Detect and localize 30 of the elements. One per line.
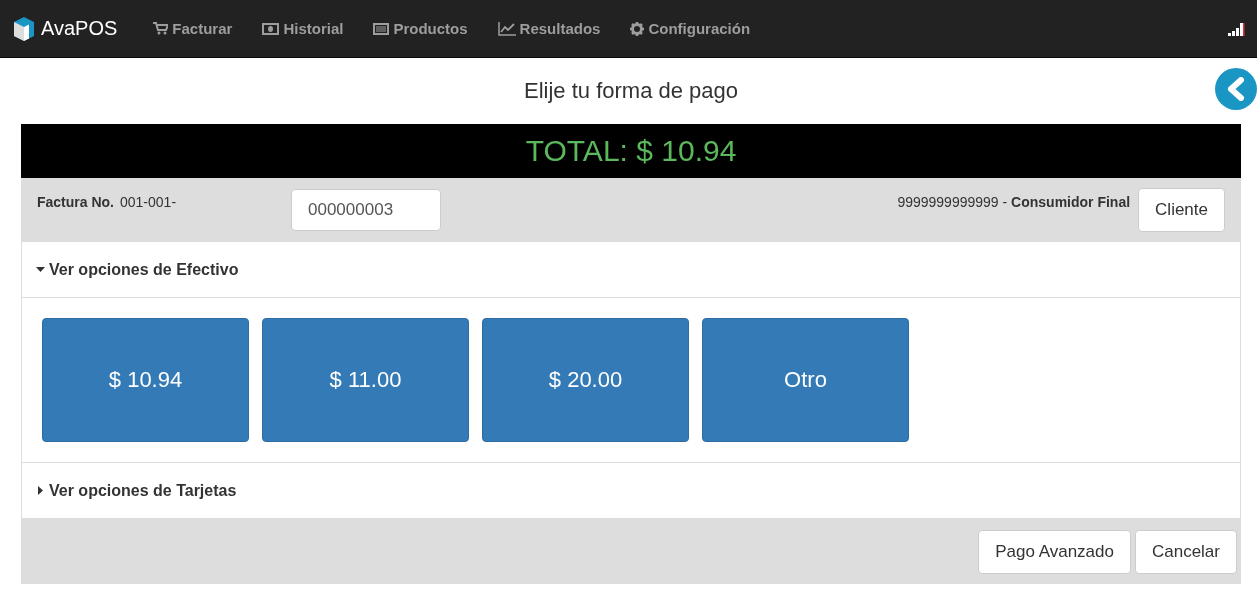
nav-link[interactable]: Configuración: [630, 20, 751, 37]
footer-button[interactable]: Pago Avanzado: [978, 529, 1131, 574]
cart-icon: [153, 22, 169, 35]
amount-button[interactable]: $ 10.94: [42, 318, 249, 442]
amount-button[interactable]: $ 11.00: [262, 318, 469, 442]
list-icon: [373, 22, 390, 35]
line-chart-icon: [497, 21, 516, 36]
chevron-left-icon: [1226, 77, 1246, 101]
nav-link[interactable]: Productos: [373, 20, 468, 37]
signal-icon: [1228, 21, 1245, 36]
amount-button[interactable]: $ 20.00: [482, 318, 689, 442]
invoice-label: Factura No.: [37, 194, 114, 210]
nav-link[interactable]: Facturar: [153, 20, 233, 37]
cube-logo-icon: [12, 15, 36, 42]
total-amount: TOTAL: $ 10.94: [21, 124, 1241, 178]
footer-button[interactable]: Cancelar: [1134, 529, 1237, 574]
page-title: Elije tu forma de pago: [524, 78, 738, 104]
nav-link[interactable]: Historial: [262, 20, 344, 37]
brand-name: AvaPOS: [41, 17, 118, 40]
banknote-icon: [262, 22, 280, 35]
section-toggle[interactable]: Ver opciones de Tarjetas: [22, 463, 1240, 518]
customer-button[interactable]: Cliente: [1138, 188, 1225, 232]
back-button[interactable]: [1215, 68, 1257, 110]
section-toggle[interactable]: Ver opciones de Efectivo: [22, 242, 1240, 297]
settings-icon: [630, 21, 645, 36]
customer-info: 9999999999999 - Consumidor Final: [897, 194, 1131, 210]
amount-button[interactable]: Otro: [702, 318, 909, 442]
invoice-number-field[interactable]: 000000003: [291, 189, 441, 231]
invoice-prefix: 001-001-: [120, 194, 177, 210]
nav-link[interactable]: Resultados: [497, 20, 601, 37]
